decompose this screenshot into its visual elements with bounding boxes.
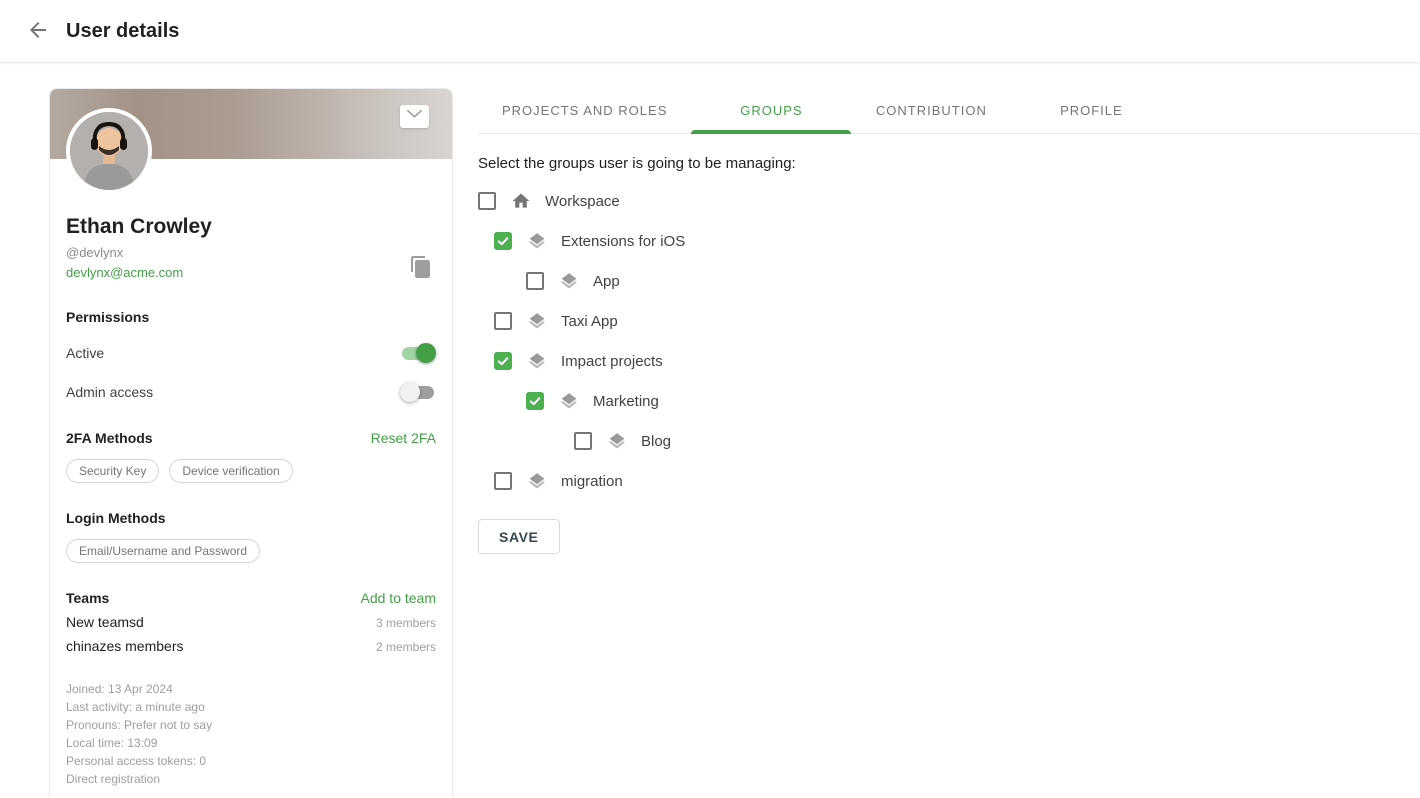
meta-line: Personal access tokens: 0 (66, 752, 436, 770)
team-name: chinazes members (66, 638, 184, 654)
tab-projects-and-roles[interactable]: PROJECTS AND ROLES (478, 88, 691, 133)
meta-line: Local time: 13:09 (66, 734, 436, 752)
team-name: New teamsd (66, 614, 144, 630)
permission-label: Admin access (66, 384, 153, 400)
group-tree-row[interactable]: Impact projects (478, 341, 1420, 381)
login-methods-title: Login Methods (66, 510, 166, 526)
twofa-method-chip: Device verification (169, 459, 292, 483)
meta-line: Pronouns: Prefer not to say (66, 716, 436, 734)
permission-label: Active (66, 345, 104, 361)
back-arrow-icon (26, 18, 50, 45)
group-label: Taxi App (561, 313, 618, 330)
user-name: Ethan Crowley (66, 215, 436, 239)
permission-toggle[interactable] (400, 382, 436, 402)
profile-card-body: Ethan Crowley @devlynx devlynx@acme.com … (50, 159, 452, 798)
layers-icon (558, 270, 580, 292)
permission-toggle-row: Active (66, 342, 436, 364)
teams-section: Teams Add to team New teamsd 3 members c… (66, 590, 436, 654)
page-title: User details (66, 20, 179, 43)
home-icon (510, 190, 532, 212)
save-button[interactable]: SAVE (478, 519, 560, 554)
team-member-count: 3 members (376, 616, 436, 630)
layers-icon (526, 230, 548, 252)
user-email-link[interactable]: devlynx@acme.com (66, 265, 183, 280)
group-checkbox[interactable] (494, 312, 512, 330)
layers-icon (526, 350, 548, 372)
group-tree-row[interactable]: Marketing (478, 381, 1420, 421)
reset-2fa-link[interactable]: Reset 2FA (371, 430, 436, 446)
login-method-chips: Email/Username and Password (66, 539, 436, 563)
detail-panel: PROJECTS AND ROLESGROUPSCONTRIBUTIONPROF… (478, 88, 1420, 554)
tab-bar: PROJECTS AND ROLESGROUPSCONTRIBUTIONPROF… (478, 88, 1420, 134)
layers-icon (606, 430, 628, 452)
permission-toggle-row: Admin access (66, 381, 436, 403)
group-checkbox[interactable] (526, 272, 544, 290)
twofa-chips: Security Key Device verification (66, 459, 436, 483)
group-checkbox[interactable] (526, 392, 544, 410)
tab-contribution[interactable]: CONTRIBUTION (851, 88, 1011, 133)
add-to-team-link[interactable]: Add to team (361, 590, 437, 606)
group-label: Extensions for iOS (561, 233, 685, 250)
group-label: migration (561, 473, 623, 490)
twofa-method-chip: Security Key (66, 459, 159, 483)
login-method-chip: Email/Username and Password (66, 539, 260, 563)
group-checkbox[interactable] (574, 432, 592, 450)
group-tree-row[interactable]: Blog (478, 421, 1420, 461)
teams-title: Teams (66, 590, 109, 606)
main-content: Ethan Crowley @devlynx devlynx@acme.com … (0, 63, 1420, 798)
avatar (66, 108, 152, 194)
twofa-section: 2FA Methods Reset 2FA Security Key Device… (66, 430, 436, 483)
team-member-count: 2 members (376, 640, 436, 654)
envelope-icon (405, 108, 424, 126)
group-label: Marketing (593, 393, 659, 410)
meta-line: Last activity: a minute ago (66, 698, 436, 716)
team-row: New teamsd 3 members (66, 614, 436, 630)
meta-line: Direct registration (66, 770, 436, 788)
copy-icon (409, 267, 433, 282)
login-methods-section: Login Methods Email/Username and Passwor… (66, 510, 436, 563)
meta-line: Joined: 13 Apr 2024 (66, 680, 436, 698)
back-button[interactable] (24, 17, 52, 45)
permission-toggle[interactable] (400, 343, 436, 363)
toggle-thumb (400, 382, 420, 402)
layers-icon (558, 390, 580, 412)
group-tree-row[interactable]: App (478, 261, 1420, 301)
team-row: chinazes members 2 members (66, 638, 436, 654)
layers-icon (526, 470, 548, 492)
group-checkbox[interactable] (478, 192, 496, 210)
group-label: Impact projects (561, 353, 663, 370)
group-label: Workspace (545, 193, 620, 210)
group-checkbox[interactable] (494, 232, 512, 250)
identity-block: Ethan Crowley @devlynx devlynx@acme.com (66, 215, 436, 282)
group-tree-row[interactable]: Workspace (478, 181, 1420, 221)
user-handle: @devlynx (66, 245, 436, 260)
copy-email-button[interactable] (408, 255, 434, 281)
groups-tree: Workspace Extensions for iOS App (478, 181, 1420, 501)
group-checkbox[interactable] (494, 352, 512, 370)
layers-icon (526, 310, 548, 332)
group-tree-row[interactable]: Taxi App (478, 301, 1420, 341)
groups-instruction: Select the groups user is going to be ma… (478, 155, 1420, 172)
send-email-button[interactable] (400, 105, 429, 128)
app-header: User details (0, 0, 1420, 63)
profile-meta: Joined: 13 Apr 2024Last activity: a minu… (66, 680, 436, 788)
permissions-title: Permissions (66, 309, 436, 325)
tab-groups[interactable]: GROUPS (691, 88, 851, 133)
permissions-section: Permissions Active Admin access (66, 309, 436, 403)
group-label: App (593, 273, 620, 290)
group-checkbox[interactable] (494, 472, 512, 490)
toggle-thumb (416, 343, 436, 363)
group-label: Blog (641, 433, 671, 450)
group-tree-row[interactable]: migration (478, 461, 1420, 501)
twofa-title: 2FA Methods (66, 430, 153, 446)
tab-profile[interactable]: PROFILE (1011, 88, 1171, 133)
user-profile-card: Ethan Crowley @devlynx devlynx@acme.com … (49, 88, 453, 798)
group-tree-row[interactable]: Extensions for iOS (478, 221, 1420, 261)
